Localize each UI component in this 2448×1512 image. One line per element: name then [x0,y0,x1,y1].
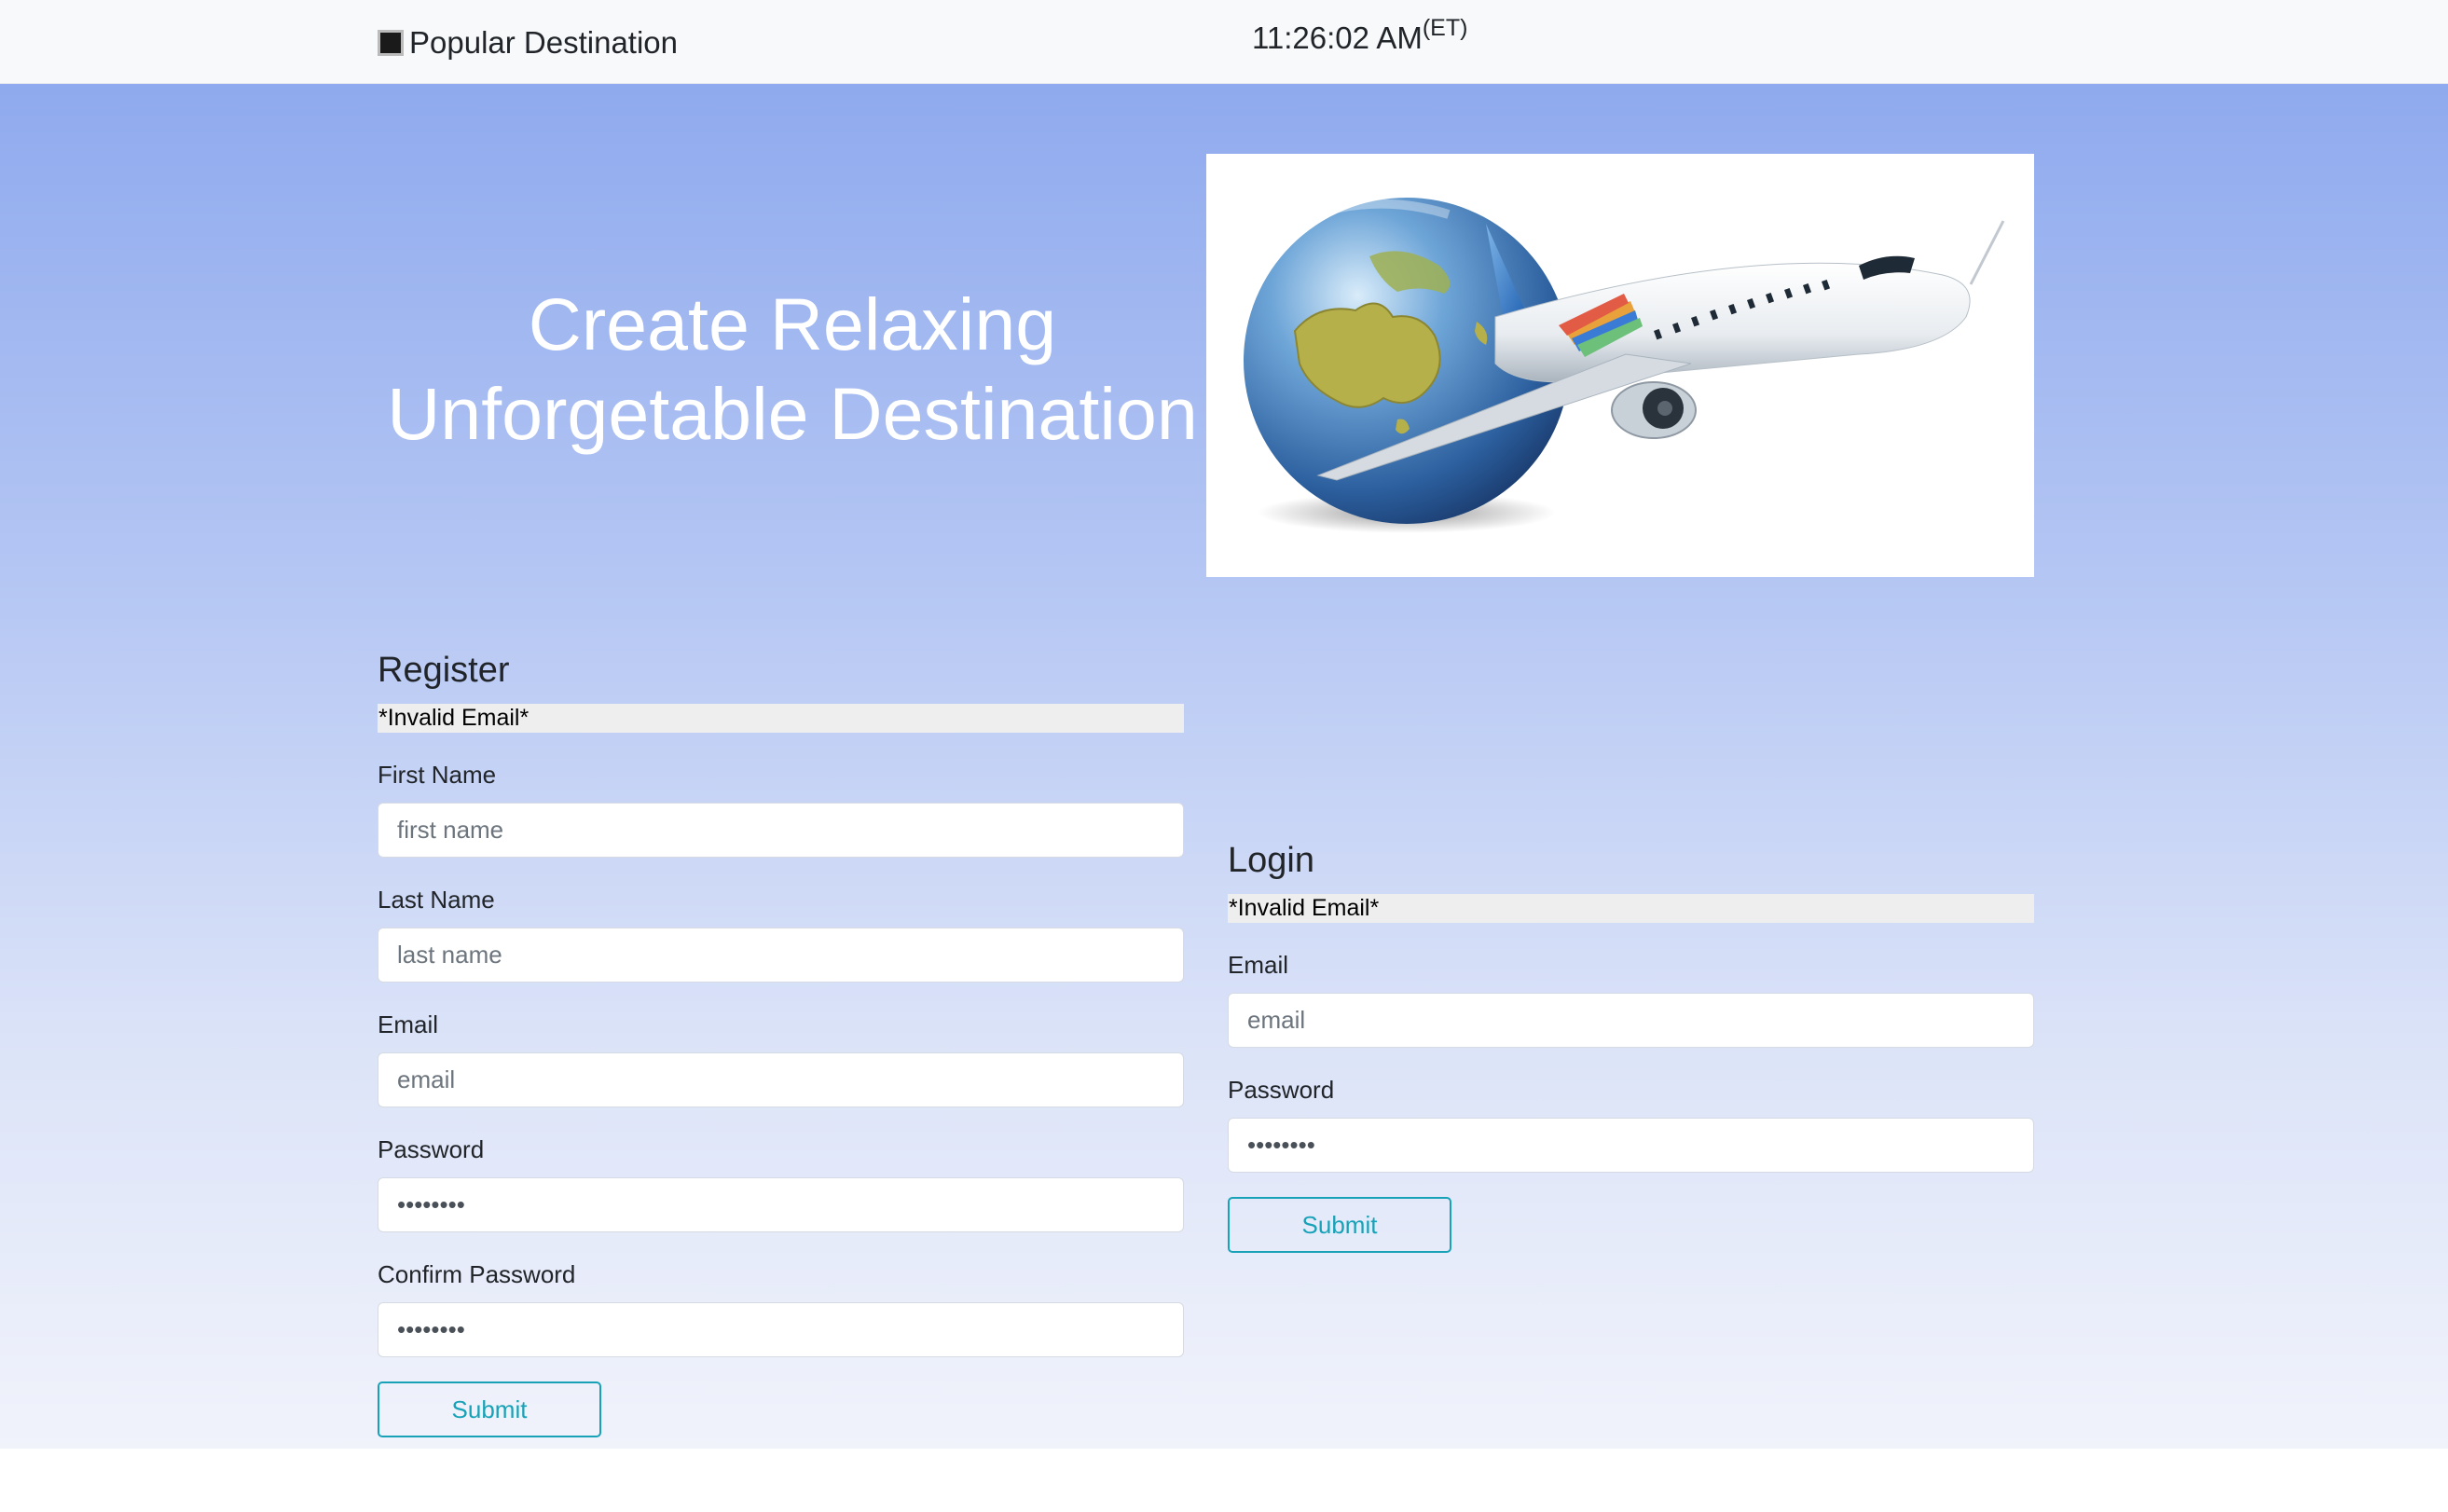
hero-section: Create Relaxing Unforgetable Destination [0,84,2448,1449]
hero-headline: Create Relaxing Unforgetable Destination [378,280,1207,459]
page-bottom-area [0,1449,2448,1512]
clock-time: 11:26:02 AM [1252,21,1423,55]
login-password-input[interactable] [1228,1118,2034,1173]
clock: 11:26:02 AM(ET) [1252,15,1468,56]
clock-timezone: (ET) [1422,15,1468,41]
login-form: Login *Invalid Email* Email Password Sub… [1228,840,2034,1253]
register-error-message: *Invalid Email* [378,704,1184,733]
register-email-label: Email [378,1010,439,1038]
confirm-password-label: Confirm Password [378,1260,576,1288]
first-name-input[interactable] [378,803,1184,858]
register-form: Register *Invalid Email* First Name Last… [378,650,1184,1437]
brand-name: Popular Destination [409,25,679,60]
confirm-password-input[interactable] [378,1302,1184,1357]
last-name-input[interactable] [378,928,1184,983]
login-error-message: *Invalid Email* [1228,894,2034,923]
hero-headline-line2: Unforgetable Destination [387,372,1198,455]
last-name-label: Last Name [378,886,495,914]
register-submit-button[interactable]: Submit [378,1381,601,1437]
login-email-input[interactable] [1228,993,2034,1048]
register-title: Register [378,651,510,690]
register-password-label: Password [378,1135,485,1163]
register-password-input[interactable] [378,1177,1184,1232]
first-name-label: First Name [378,761,497,789]
navbar: Popular Destination 11:26:02 AM(ET) [0,0,2448,84]
login-submit-button[interactable]: Submit [1228,1197,1451,1253]
globe-airplane-illustration [1244,198,2005,533]
login-title: Login [1228,841,1314,880]
hero-image [1206,154,2034,577]
login-password-label: Password [1228,1076,1335,1104]
register-email-input[interactable] [378,1052,1184,1107]
hero-headline-line1: Create Relaxing [528,282,1057,365]
brand-link[interactable]: Popular Destination [378,24,678,62]
login-email-label: Email [1228,951,1289,979]
brand-logo-icon [378,30,404,56]
